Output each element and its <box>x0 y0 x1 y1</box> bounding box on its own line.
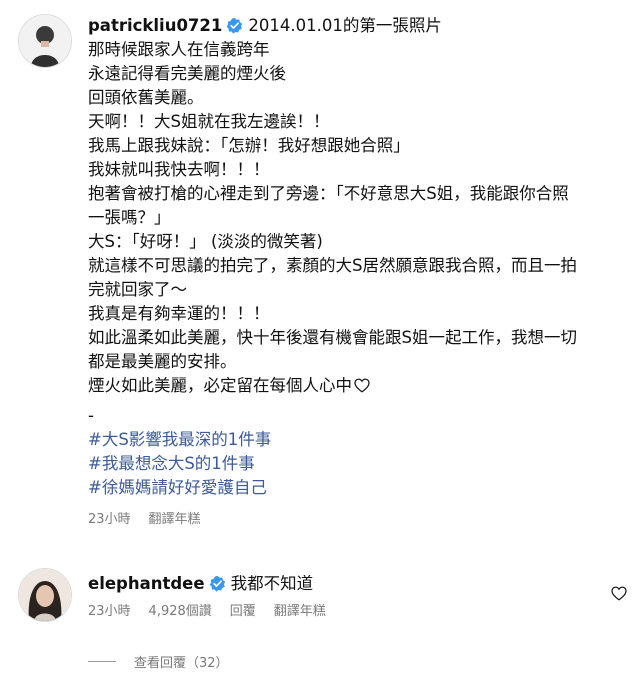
caption-separator: - <box>88 406 94 425</box>
post-avatar[interactable] <box>18 14 72 68</box>
reply-avatar[interactable] <box>18 568 72 622</box>
hashtag-link[interactable]: #徐媽媽請好好愛護自己 <box>88 476 628 500</box>
post-caption: patrickliu0721 2014.01.01的第一張照片 那時候跟家人在信義… <box>88 14 628 527</box>
caption-line: 一張嗎？」 <box>88 208 171 227</box>
caption-line: 我真是有夠幸運的！！！ <box>88 304 270 323</box>
caption-line: 抱著會被打槍的心裡走到了旁邊：「不好意思大S姐，我能跟你合照 <box>88 184 569 203</box>
caption-line: 完就回家了～ <box>88 280 187 299</box>
caption-line: 天啊！！大S姐就在我左邊誒！！ <box>88 112 330 131</box>
view-replies-line <box>88 661 116 662</box>
hashtag-link[interactable]: #我最想念大S的1件事 <box>88 452 628 476</box>
avatar-image <box>19 569 71 621</box>
reply-comment: elephantdee 我都不知道 23小時 4,928個讚 回覆 翻譯年糕 <box>88 572 608 619</box>
heart-outline-icon <box>354 378 370 393</box>
reply-username[interactable]: elephantdee <box>88 574 205 593</box>
verified-badge-icon <box>227 17 243 34</box>
caption-line: 都是最美麗的安排。 <box>88 352 237 371</box>
reply-like-count[interactable]: 4,928個讚 <box>149 604 212 619</box>
reply-meta: 23小時 4,928個讚 回覆 翻譯年糕 <box>88 600 608 619</box>
avatar-image <box>19 15 71 67</box>
translate-button[interactable]: 翻譯年糕 <box>149 512 201 527</box>
caption-line-heart: 煙火如此美麗，必定留在每個人心中 <box>88 374 628 398</box>
caption-line: 大S：「好呀！」 (淡淡的微笑著) <box>88 232 323 251</box>
caption-line: 就這樣不可思議的拍完了，素顏的大S居然願意跟我合照，而且一拍 <box>88 256 577 275</box>
caption-line: 我妹就叫我快去啊！！！ <box>88 160 270 179</box>
caption-text: 煙火如此美麗，必定留在每個人心中 <box>88 376 352 395</box>
translate-button[interactable]: 翻譯年糕 <box>274 604 326 619</box>
view-replies-button[interactable]: 查看回覆（32） <box>88 652 229 671</box>
post-meta: 23小時 翻譯年糕 <box>88 508 628 527</box>
caption-line: 如此溫柔如此美麗，快十年後還有機會能跟S姐一起工作，我想一切 <box>88 328 577 347</box>
like-heart-icon[interactable] <box>611 586 627 601</box>
post-username[interactable]: patrickliu0721 <box>88 16 222 35</box>
post-timestamp[interactable]: 23小時 <box>88 512 131 527</box>
reply-timestamp[interactable]: 23小時 <box>88 604 131 619</box>
hashtag-link[interactable]: #大S影響我最深的1件事 <box>88 428 628 452</box>
reply-text: 我都不知道 <box>230 574 314 593</box>
post-title: 2014.01.01的第一張照片 <box>248 16 442 35</box>
caption-line: 永遠記得看完美麗的煙火後 <box>88 64 286 83</box>
caption-line: 回頭依舊美麗。 <box>88 88 204 107</box>
post-header: patrickliu0721 2014.01.01的第一張照片 <box>88 14 628 38</box>
caption-line: 那時候跟家人在信義跨年 <box>88 40 270 59</box>
reply-button[interactable]: 回覆 <box>230 604 256 619</box>
view-replies-label: 查看回覆（32） <box>134 656 229 671</box>
caption-line: 我馬上跟我妹說：「怎辦！我好想跟她合照」 <box>88 136 410 155</box>
reply-header: elephantdee 我都不知道 <box>88 572 608 596</box>
verified-badge-icon <box>209 575 225 592</box>
